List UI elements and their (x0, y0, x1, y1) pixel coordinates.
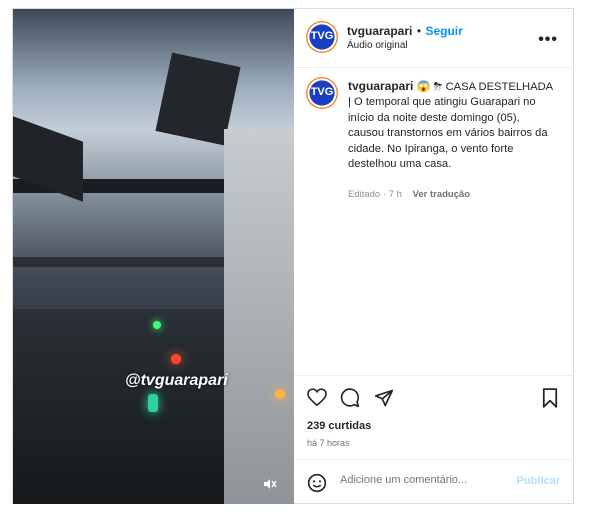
caption-meta: Editado · 7 h Ver tradução (348, 189, 471, 200)
audio-label[interactable]: Áudio original (347, 40, 408, 51)
smiley-icon[interactable] (307, 473, 327, 493)
post-timestamp: há 7 horas (307, 438, 350, 448)
comment-input[interactable] (340, 474, 490, 486)
caption-avatar[interactable]: TVG (306, 77, 338, 109)
post-age: 7 h (388, 189, 402, 200)
heart-icon[interactable] (307, 388, 327, 406)
header-username[interactable]: tvguarapari (347, 24, 412, 38)
speaker-muted-icon-svg (264, 479, 277, 489)
video-wall (224, 129, 294, 504)
caption-text-block: tvguarapari 😱 ⛈ CASA DESTELHADA | O temp… (348, 79, 556, 172)
action-bar: 239 curtidas há 7 horas (294, 375, 574, 460)
more-horizontal-icon[interactable]: ••• (538, 31, 558, 49)
follow-button[interactable]: Seguir (425, 24, 462, 38)
translate-link[interactable]: Ver tradução (413, 189, 471, 200)
comment-bubble-icon[interactable] (340, 388, 360, 408)
video-light-cyan (148, 394, 158, 412)
video-light-red (171, 354, 181, 364)
speaker-muted-icon[interactable] (260, 478, 280, 494)
bookmark-icon[interactable] (542, 388, 558, 408)
video-watermark: @tvguarapari (125, 372, 228, 389)
caption-area: TVG tvguarapari 😱 ⛈ CASA DESTELHADA | O … (294, 67, 574, 375)
caption-text: 😱 ⛈ CASA DESTELHADA | O temporal que ati… (348, 81, 553, 171)
header-title-row: tvguarapari • Seguir (347, 22, 463, 40)
likes-count[interactable]: 239 curtidas (307, 420, 371, 432)
video-roof-beam-2 (13, 257, 233, 267)
comment-bar: Publicar (294, 459, 574, 505)
avatar-text: TVG (310, 30, 334, 42)
caption-username[interactable]: tvguarapari (348, 79, 413, 93)
caption-avatar-text: TVG (310, 86, 334, 98)
avatar[interactable]: TVG (306, 21, 338, 53)
post-video[interactable]: @tvguarapari (13, 9, 294, 504)
paper-plane-icon[interactable] (374, 388, 394, 408)
video-light-green (153, 321, 161, 329)
edited-label: Editado (348, 189, 381, 200)
post-header: TVG tvguarapari • Seguir Áudio original … (294, 9, 574, 68)
video-light-orange (275, 389, 285, 399)
header-dot: • (416, 24, 422, 38)
publish-button[interactable]: Publicar (517, 475, 560, 487)
